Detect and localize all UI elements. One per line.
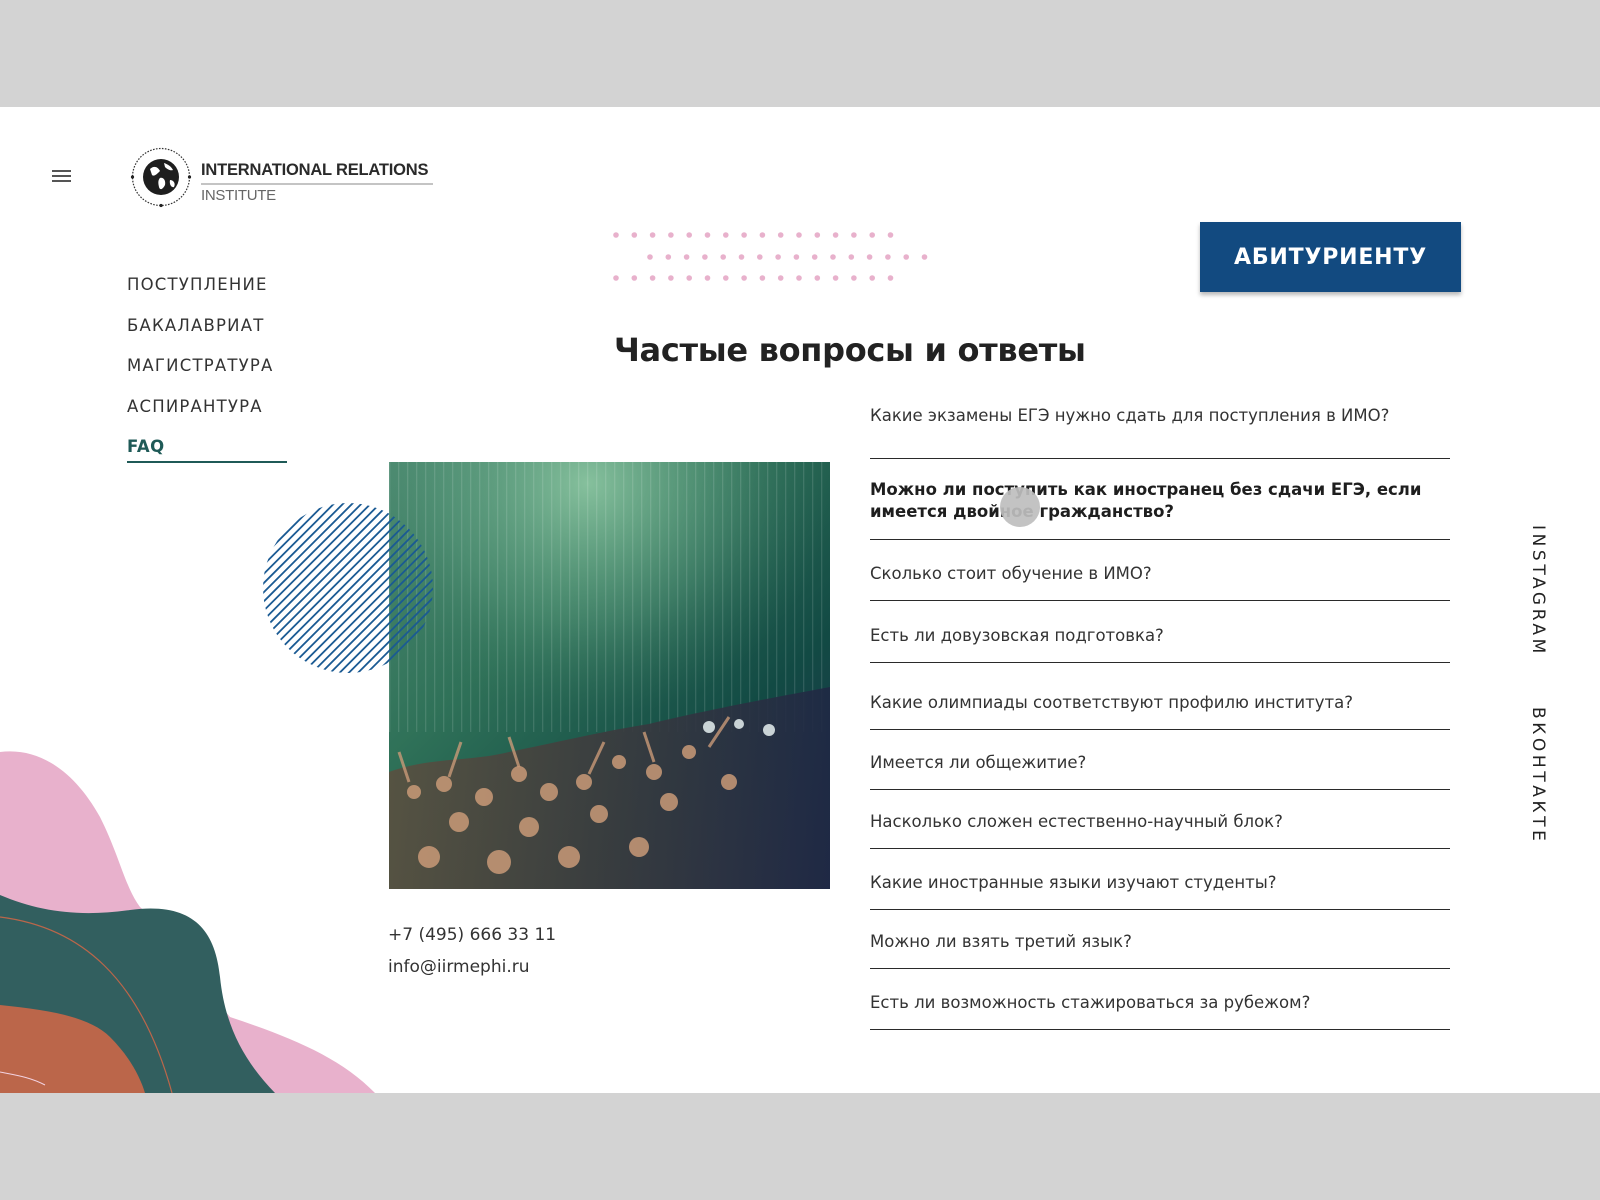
- decorative-dot: [649, 232, 656, 238]
- hatch-line: [263, 503, 272, 673]
- decorative-dot: [720, 254, 726, 260]
- decorative-dot: [613, 232, 619, 238]
- hamburger-menu-icon[interactable]: [52, 170, 72, 184]
- hatch-line: [403, 503, 433, 673]
- decorative-dot: [759, 275, 766, 281]
- decorative-dot: [869, 232, 875, 238]
- decorative-hatched-circle: [263, 503, 433, 673]
- decorative-dot: [741, 232, 747, 238]
- decorative-dot: [796, 275, 802, 281]
- logo-divider: [201, 183, 433, 185]
- decorative-dot: [814, 232, 821, 238]
- hatch-line: [263, 503, 433, 673]
- decorative-dot: [814, 275, 821, 281]
- decorative-dot: [741, 275, 747, 281]
- nav-item-bachelor[interactable]: БАКАЛАВРИАТ: [127, 316, 327, 357]
- decorative-dot: [775, 254, 781, 260]
- decorative-dot: [759, 232, 766, 238]
- cursor-indicator: [1000, 487, 1040, 527]
- side-nav: ПОСТУПЛЕНИЕ БАКАЛАВРИАТ МАГИСТРАТУРА АСП…: [127, 275, 327, 478]
- faq-item[interactable]: Какие иностранные языки изучают студенты…: [870, 872, 1450, 910]
- decorative-dot: [757, 254, 763, 260]
- logo-title: INTERNATIONAL RELATIONS: [201, 161, 429, 179]
- photo-illustration: [389, 462, 830, 889]
- contact-phone[interactable]: +7 (495) 666 33 11: [388, 925, 556, 945]
- decorative-dot: [702, 254, 708, 260]
- logo[interactable]: INTERNATIONAL RELATIONS INSTITUTE: [130, 147, 440, 211]
- faq-item[interactable]: Есть ли довузовская подготовка?: [870, 625, 1450, 663]
- page-title: Частые вопросы и ответы: [614, 331, 1086, 369]
- faq-item[interactable]: Какие олимпиады соответствуют профилю ин…: [870, 692, 1450, 730]
- instagram-link[interactable]: INSTAGRAM: [1528, 525, 1548, 657]
- decorative-dot: [686, 232, 692, 238]
- decorative-dot: [738, 254, 745, 260]
- decorative-dot: [647, 254, 653, 260]
- hatch-line: [263, 503, 364, 673]
- nav-item-faq-label: FAQ: [127, 437, 165, 456]
- decorative-dot-pattern: [613, 232, 928, 281]
- decorative-dot: [668, 275, 674, 281]
- decorative-dot: [885, 254, 891, 260]
- faq-item[interactable]: Насколько сложен естественно-научный бло…: [870, 811, 1450, 849]
- decorative-dot: [631, 275, 638, 281]
- decorative-dot: [777, 275, 784, 281]
- faq-item-open[interactable]: Можно ли поступить как иностранец без сд…: [870, 479, 1450, 540]
- decorative-dot: [613, 275, 619, 281]
- decorative-dot: [832, 232, 839, 238]
- active-nav-underline: [127, 461, 287, 463]
- nav-item-admission[interactable]: ПОСТУПЛЕНИЕ: [127, 275, 327, 316]
- faq-item[interactable]: Можно ли взять третий язык?: [870, 931, 1450, 969]
- page: INTERNATIONAL RELATIONS INSTITUTE ПОСТУП…: [0, 107, 1600, 1093]
- decorative-dot: [686, 275, 692, 281]
- decorative-dot: [830, 254, 836, 260]
- decorative-dot: [869, 275, 875, 281]
- decorative-dot: [631, 232, 638, 238]
- nav-item-postgraduate[interactable]: АСПИРАНТУРА: [127, 397, 327, 438]
- nav-item-master[interactable]: МАГИСТРАТУРА: [127, 356, 327, 397]
- decorative-dot: [793, 254, 800, 260]
- decorative-dot: [887, 232, 894, 238]
- decorative-dot: [649, 275, 656, 281]
- applicant-button[interactable]: АБИТУРИЕНТУ: [1200, 222, 1461, 292]
- decorative-dot: [796, 232, 802, 238]
- decorative-dot: [723, 275, 729, 281]
- nav-item-faq[interactable]: FAQ: [127, 437, 327, 478]
- decorative-dot: [668, 232, 674, 238]
- decorative-dot: [921, 254, 928, 260]
- vk-link[interactable]: ВКОНТАКТЕ: [1528, 707, 1548, 845]
- decorative-dot: [848, 254, 855, 260]
- decorative-dot: [683, 254, 690, 260]
- decorative-dot: [777, 232, 784, 238]
- decorative-dot: [665, 254, 672, 260]
- decorative-dot: [704, 232, 711, 238]
- decorative-dot: [851, 275, 857, 281]
- decorative-dot: [903, 254, 909, 260]
- decorative-dot: [887, 275, 894, 281]
- decorative-dot: [866, 254, 873, 260]
- decorative-blobs: [0, 751, 375, 1093]
- decorative-dot: [723, 232, 729, 238]
- concert-crowd-image: [389, 462, 830, 889]
- decorative-dot: [704, 275, 711, 281]
- faq-item[interactable]: Какие экзамены ЕГЭ нужно сдать для посту…: [870, 405, 1450, 459]
- globe-icon: [130, 147, 192, 208]
- decorative-dot: [851, 232, 857, 238]
- decorative-dot: [811, 254, 818, 260]
- decorative-dot: [832, 275, 839, 281]
- faq-item[interactable]: Имеется ли общежитие?: [870, 752, 1450, 790]
- faq-item[interactable]: Есть ли возможность стажироваться за руб…: [870, 992, 1450, 1030]
- hatch-line: [263, 503, 328, 673]
- logo-subtitle: INSTITUTE: [201, 187, 276, 204]
- contact-email[interactable]: info@iirmephi.ru: [388, 957, 530, 977]
- faq-item[interactable]: Сколько стоит обучение в ИМО?: [870, 563, 1450, 601]
